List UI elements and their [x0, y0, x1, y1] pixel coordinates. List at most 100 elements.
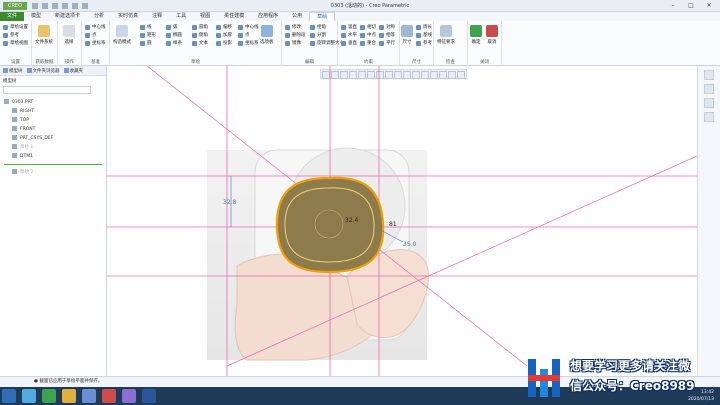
- symmetric-constraint-button[interactable]: 对称: [379, 24, 395, 30]
- datum-point-button[interactable]: 点: [85, 32, 97, 38]
- rectangle-button[interactable]: 矩形: [140, 32, 156, 38]
- save-icon[interactable]: [52, 3, 58, 9]
- tangent-constraint-button[interactable]: 相切: [360, 24, 376, 30]
- creo-icon[interactable]: [82, 389, 96, 403]
- chamfer-button[interactable]: 倒角: [192, 32, 208, 38]
- undo-icon[interactable]: [62, 3, 68, 9]
- tab-new-tab[interactable]: 新建选项卡: [48, 12, 87, 21]
- tab-model-tree[interactable]: 模型树: [3, 68, 23, 74]
- wechat-icon[interactable]: [42, 389, 56, 403]
- tree-item-dtm1[interactable]: DTM1: [0, 152, 106, 161]
- tab-annotate[interactable]: 注释: [145, 12, 169, 21]
- dimension-label-35-0[interactable]: 35.0: [403, 241, 417, 248]
- tab-sketch[interactable]: 草绘: [309, 12, 336, 21]
- divide-button[interactable]: 分割: [310, 32, 326, 38]
- tab-favorites[interactable]: 收藏夹: [63, 68, 83, 74]
- tab-model[interactable]: 模型: [24, 12, 48, 21]
- dimension-label-32-4[interactable]: 32.4: [345, 217, 359, 224]
- panel-icon-2[interactable]: [704, 98, 714, 108]
- spline-button[interactable]: 样条: [166, 40, 182, 46]
- tree-item-front[interactable]: FRONT: [0, 125, 106, 134]
- midpoint-constraint-button[interactable]: 中点: [360, 32, 376, 38]
- dimension-label-32-8[interactable]: 32.8: [223, 199, 237, 206]
- tree-item-part[interactable]: 0303.PRT: [0, 98, 106, 107]
- horizontal-constraint-button[interactable]: 水平: [341, 32, 357, 38]
- word-icon[interactable]: [142, 389, 156, 403]
- sketch-inner-profile[interactable]: [284, 187, 375, 263]
- redo-icon[interactable]: [72, 3, 78, 9]
- graphics-canvas[interactable]: 32.8 32.4 35.0 81: [107, 66, 697, 376]
- vertical-constraint-button[interactable]: 竖直: [341, 24, 357, 30]
- coincident-constraint-button[interactable]: 重合: [360, 40, 376, 46]
- model-tree-search-input[interactable]: [3, 86, 91, 94]
- maximize-icon[interactable]: □: [682, 1, 700, 10]
- construction-mode-button[interactable]: 构造模式: [113, 25, 131, 45]
- tree-item-top[interactable]: TOP: [0, 116, 106, 125]
- perpendicular-constraint-button[interactable]: 垂直: [341, 40, 357, 46]
- open-file-icon[interactable]: [42, 3, 48, 9]
- tab-folder-browser[interactable]: 文件夹浏览器: [26, 68, 60, 74]
- equal-constraint-button[interactable]: 相等: [379, 32, 395, 38]
- file-system-button[interactable]: 文件系统: [35, 25, 53, 45]
- minimize-icon[interactable]: –: [664, 1, 682, 10]
- select-button[interactable]: 选择: [63, 25, 75, 45]
- player-icon[interactable]: [122, 389, 136, 403]
- tab-live-simulation[interactable]: 实时仿真: [111, 12, 145, 21]
- arc-button[interactable]: 弧: [166, 24, 178, 30]
- sketch-setup-button[interactable]: 草绘设置: [3, 24, 28, 30]
- sketch-csys-button[interactable]: 坐标系: [238, 40, 259, 46]
- datum-csys-button[interactable]: 坐标系: [85, 40, 106, 46]
- palette-button[interactable]: 选项板: [260, 25, 274, 45]
- perimeter-button[interactable]: 周长: [416, 24, 432, 30]
- project-icon: [216, 40, 221, 46]
- parallel-constraint-button[interactable]: 平行: [379, 40, 395, 46]
- start-icon[interactable]: [2, 389, 16, 403]
- tab-view[interactable]: 视图: [193, 12, 217, 21]
- tree-item-sketch-2[interactable]: 草绘 2: [0, 168, 106, 177]
- reference-dimension-button[interactable]: 参考: [416, 40, 432, 46]
- sketch-point-button[interactable]: 点: [238, 32, 250, 38]
- feature-requirements-button[interactable]: 特征要求: [437, 25, 455, 45]
- fillet-button[interactable]: 圆角: [192, 24, 208, 30]
- ok-button[interactable]: 确定: [470, 25, 482, 45]
- panel-icon-3[interactable]: [704, 112, 714, 122]
- offset-button[interactable]: 偏移: [216, 24, 232, 30]
- regenerate-icon[interactable]: [82, 3, 88, 9]
- project-button[interactable]: 投影: [216, 40, 232, 46]
- sketch-centerline-button[interactable]: 中心线: [238, 24, 259, 30]
- scroll-up-icon[interactable]: [704, 70, 714, 80]
- mirror-button[interactable]: 镜像: [285, 40, 301, 46]
- tab-common[interactable]: 公用: [285, 12, 309, 21]
- tree-item-sketch-1[interactable]: 草绘 1: [0, 143, 106, 152]
- app-icon[interactable]: [102, 389, 116, 403]
- ellipse-button[interactable]: 椭圆: [166, 32, 182, 38]
- explorer-icon[interactable]: [62, 389, 76, 403]
- tab-applications[interactable]: 应用程序: [251, 12, 285, 21]
- browser-icon[interactable]: [22, 389, 36, 403]
- tab-file[interactable]: 文件: [0, 12, 25, 21]
- cancel-button[interactable]: 取消: [486, 25, 498, 45]
- circle-button[interactable]: 圆: [140, 40, 152, 46]
- line-button[interactable]: 线: [140, 24, 152, 30]
- baseline-button[interactable]: 基线: [416, 32, 432, 38]
- delete-segment-button[interactable]: 删除段: [285, 32, 306, 38]
- thicken-button[interactable]: 加厚: [216, 32, 232, 38]
- dimension-label-81[interactable]: 81: [389, 221, 397, 228]
- panel-icon[interactable]: [704, 84, 714, 94]
- corner-button[interactable]: 拐角: [310, 24, 326, 30]
- close-icon[interactable]: ✕: [700, 1, 718, 10]
- references-button[interactable]: 参考: [3, 32, 19, 38]
- model-tree-label: 模型树: [3, 78, 17, 84]
- modify-button[interactable]: 修改: [285, 24, 301, 30]
- tab-analysis[interactable]: 分析: [87, 12, 111, 21]
- tab-tools[interactable]: 工具: [169, 12, 193, 21]
- tab-flexible-modeling[interactable]: 柔性建模: [217, 12, 251, 21]
- datum-centerline-button[interactable]: 中心线: [85, 24, 106, 30]
- insert-here-divider[interactable]: [4, 164, 102, 165]
- sketch-view-button[interactable]: 草绘视图: [3, 40, 28, 46]
- new-file-icon[interactable]: [32, 3, 38, 9]
- text-button[interactable]: 文本: [192, 40, 208, 46]
- tree-item-csys[interactable]: PRT_CSYS_DEF: [0, 134, 106, 143]
- dimension-button[interactable]: 尺寸: [401, 25, 413, 45]
- tree-item-right[interactable]: RIGHT: [0, 107, 106, 116]
